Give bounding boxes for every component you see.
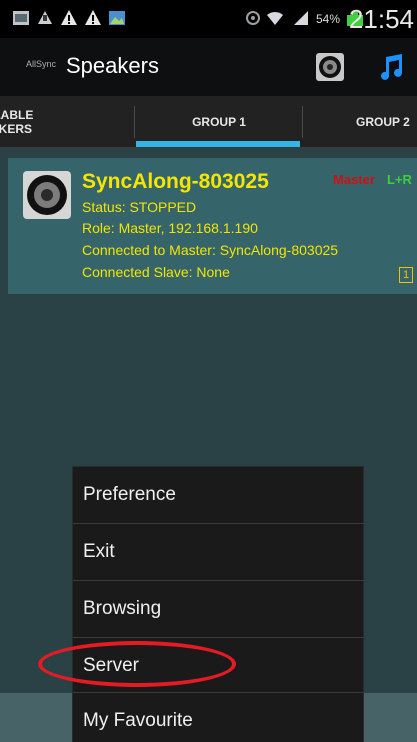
menu-item-preference[interactable]: Preference: [73, 467, 365, 523]
menu-item-my-favourite[interactable]: My Favourite: [73, 693, 365, 742]
server-highlight-annotation: [38, 641, 236, 687]
channel-tag: L+R: [387, 172, 412, 187]
gallery-notification-icon: [13, 11, 29, 25]
menu-item-label: Preference: [83, 484, 176, 505]
options-menu: Preference Exit Browsing Server My Favou…: [72, 466, 365, 742]
wifi-icon: [267, 11, 283, 25]
menu-item-label: Browsing: [83, 598, 162, 619]
speakers-screen: 54% 21:54 AllSync Speakers ILABLE AKERS …: [0, 0, 417, 742]
tab-divider: [302, 106, 303, 138]
clock: 21:54: [348, 4, 414, 34]
signal-icon: [294, 11, 308, 25]
tab-group-2[interactable]: GROUP 2: [304, 96, 417, 148]
tab-available-line2: AKERS: [0, 122, 33, 136]
menu-item-label: My Favourite: [83, 710, 193, 731]
speaker-icon: [23, 171, 71, 219]
battery-percent: 54%: [316, 12, 341, 26]
status-bar: 54% 21:54: [0, 0, 417, 38]
tab-available-line1: ILABLE: [0, 108, 34, 122]
speaker-settings-button[interactable]: [314, 51, 346, 83]
speaker-status: Status: STOPPED: [82, 199, 197, 215]
app-logo: AllSync: [26, 59, 57, 69]
music-note-button[interactable]: [376, 51, 408, 83]
menu-item-label: Exit: [83, 541, 115, 562]
speaker-name: SyncAlong-803025: [82, 170, 269, 193]
speaker-role: Role: Master, 192.168.1.190: [82, 220, 258, 236]
menu-item-exit[interactable]: Exit: [73, 524, 365, 580]
warning-icon-2: [85, 10, 101, 25]
master-tag: Master: [333, 172, 375, 187]
tab-group-1-label: GROUP 1: [192, 115, 246, 129]
speaker-connected-master: Connected to Master: SyncAlong-803025: [82, 242, 339, 258]
tab-divider: [134, 106, 135, 138]
tab-group-2-label: GROUP 2: [356, 115, 410, 129]
app-notification-icon: [38, 11, 52, 24]
speaker-card[interactable]: SyncAlong-803025 Master L+R Status: STOP…: [8, 158, 417, 294]
image-notification-icon: [109, 11, 125, 25]
smart-stay-icon: [246, 11, 260, 25]
tab-available-speakers[interactable]: ILABLE AKERS: [0, 96, 134, 148]
selected-tab-indicator: [136, 141, 300, 147]
speaker-count-badge: 1: [399, 267, 413, 283]
page-title: Speakers: [66, 53, 159, 78]
action-bar: AllSync Speakers: [0, 38, 417, 96]
warning-icon: [61, 10, 77, 25]
group-tabs: ILABLE AKERS GROUP 1 GROUP 2: [0, 96, 417, 148]
menu-item-browsing[interactable]: Browsing: [73, 581, 365, 637]
speaker-connected-slave: Connected Slave: None: [82, 264, 230, 280]
